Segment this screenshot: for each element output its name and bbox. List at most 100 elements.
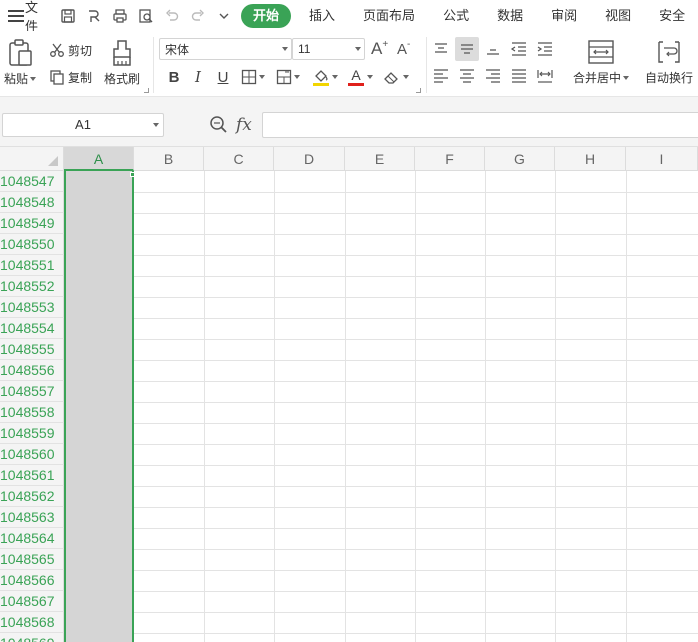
wrap-text-button[interactable]: 自动换行	[645, 39, 693, 86]
row-header[interactable]: 1048557	[0, 381, 64, 402]
align-bottom-button[interactable]	[483, 39, 503, 59]
decrease-indent-button[interactable]	[509, 39, 529, 59]
column-header-c[interactable]: C	[204, 147, 274, 171]
print-button[interactable]	[107, 4, 133, 28]
tab-data[interactable]: 数据	[483, 4, 537, 28]
align-middle-icon	[461, 44, 473, 54]
bold-icon: B	[168, 68, 180, 86]
align-middle-button[interactable]	[455, 37, 479, 61]
tab-view[interactable]: 视图	[591, 4, 645, 28]
tab-home[interactable]: 开始	[241, 3, 292, 28]
row-header[interactable]: 1048560	[0, 444, 64, 465]
copy-label: 复制	[68, 70, 93, 85]
bold-button[interactable]: B	[163, 66, 185, 88]
row-header[interactable]: 1048553	[0, 297, 64, 318]
font-color-button[interactable]: A	[347, 66, 373, 88]
column-header-d[interactable]: D	[274, 147, 345, 171]
row-header[interactable]: 1048568	[0, 612, 64, 633]
decrease-font-button[interactable]: A-	[397, 38, 410, 60]
font-size-select[interactable]: 11	[292, 38, 365, 60]
file-menu[interactable]: 文件	[0, 0, 43, 34]
row-header[interactable]: 1048564	[0, 528, 64, 549]
column-header-a[interactable]: A	[64, 147, 134, 171]
merge-cells-icon	[588, 40, 614, 64]
fill-handle[interactable]	[130, 172, 135, 177]
cut-button[interactable]: 剪切	[49, 39, 92, 61]
align-right-button[interactable]	[483, 66, 503, 86]
tab-insert[interactable]: 插入	[295, 4, 349, 28]
gridline	[64, 423, 698, 424]
underline-button[interactable]: U	[212, 66, 234, 88]
column-header-e[interactable]: E	[345, 147, 415, 171]
clipboard-group-launcher[interactable]	[144, 88, 149, 93]
select-all-button[interactable]	[0, 147, 64, 171]
row-header[interactable]: 1048559	[0, 423, 64, 444]
column-header-h[interactable]: H	[555, 147, 626, 171]
align-bottom-icon	[487, 49, 499, 55]
row-header[interactable]: 1048566	[0, 570, 64, 591]
row-header[interactable]: 1048556	[0, 360, 64, 381]
increase-indent-button[interactable]	[535, 39, 555, 59]
chevron-down-icon	[259, 75, 265, 79]
undo-button[interactable]	[159, 4, 185, 28]
row-header[interactable]: 1048549	[0, 213, 64, 234]
name-box[interactable]: A1	[2, 113, 164, 137]
file-menu-label: 文件	[25, 0, 39, 34]
font-name-select[interactable]: 宋体	[159, 38, 292, 60]
gridline	[64, 381, 698, 382]
fill-color-button[interactable]	[312, 66, 338, 88]
justify-button[interactable]	[509, 66, 529, 86]
font-group-launcher[interactable]	[416, 88, 421, 93]
tab-review[interactable]: 审阅	[537, 4, 591, 28]
align-left-button[interactable]	[431, 66, 451, 86]
tab-formulas[interactable]: 公式	[429, 4, 483, 28]
printer-icon	[113, 8, 127, 23]
italic-button[interactable]: I	[187, 66, 209, 88]
increase-font-button[interactable]: A +	[371, 38, 388, 60]
print-preview-button[interactable]	[133, 4, 159, 28]
distributed-align-button[interactable]	[535, 66, 555, 86]
row-header[interactable]: 1048562	[0, 486, 64, 507]
row-header[interactable]: 1048555	[0, 339, 64, 360]
tab-page-layout[interactable]: 页面布局	[349, 4, 429, 28]
cell-style-button[interactable]	[276, 66, 300, 88]
row-header[interactable]: 1048554	[0, 318, 64, 339]
insert-function-button[interactable]: fx	[236, 115, 252, 135]
clear-format-button[interactable]	[383, 66, 409, 88]
row-header[interactable]: 1048547	[0, 171, 64, 192]
row-header[interactable]: 1048548	[0, 192, 64, 213]
redo-button[interactable]	[185, 4, 211, 28]
column-header-b[interactable]: B	[134, 147, 204, 171]
paste-button[interactable]: 粘贴	[4, 39, 37, 87]
row-header[interactable]: 1048565	[0, 549, 64, 570]
customize-toolbar-button[interactable]	[211, 4, 237, 28]
row-header[interactable]: 1048552	[0, 276, 64, 297]
gridline	[415, 171, 416, 642]
align-top-button[interactable]	[431, 39, 451, 59]
row-header[interactable]: 1048563	[0, 507, 64, 528]
column-header-g[interactable]: G	[485, 147, 555, 171]
borders-button[interactable]	[241, 66, 265, 88]
gridline	[555, 171, 556, 642]
format-painter-button[interactable]: 格式刷	[104, 39, 140, 87]
column-header-i[interactable]: I	[626, 147, 698, 171]
zoom-formula-button[interactable]	[209, 115, 229, 138]
chevron-down-icon	[219, 13, 229, 19]
row-header[interactable]: 1048561	[0, 465, 64, 486]
export-button[interactable]	[81, 4, 107, 28]
row-header[interactable]: 1048567	[0, 591, 64, 612]
selected-column-a[interactable]	[64, 171, 134, 642]
row-header[interactable]: 1048558	[0, 402, 64, 423]
divider	[153, 37, 154, 93]
row-header[interactable]: 1048569	[0, 633, 64, 642]
formula-input[interactable]	[262, 112, 698, 138]
align-center-button[interactable]	[457, 66, 477, 86]
row-header[interactable]: 1048550	[0, 234, 64, 255]
indent-icon	[537, 42, 552, 56]
column-header-f[interactable]: F	[415, 147, 485, 171]
save-button[interactable]	[55, 4, 81, 28]
copy-button[interactable]: 复制	[49, 66, 92, 88]
merge-center-button[interactable]: 合并居中	[573, 39, 630, 86]
row-header[interactable]: 1048551	[0, 255, 64, 276]
tab-security[interactable]: 安全	[645, 4, 698, 28]
